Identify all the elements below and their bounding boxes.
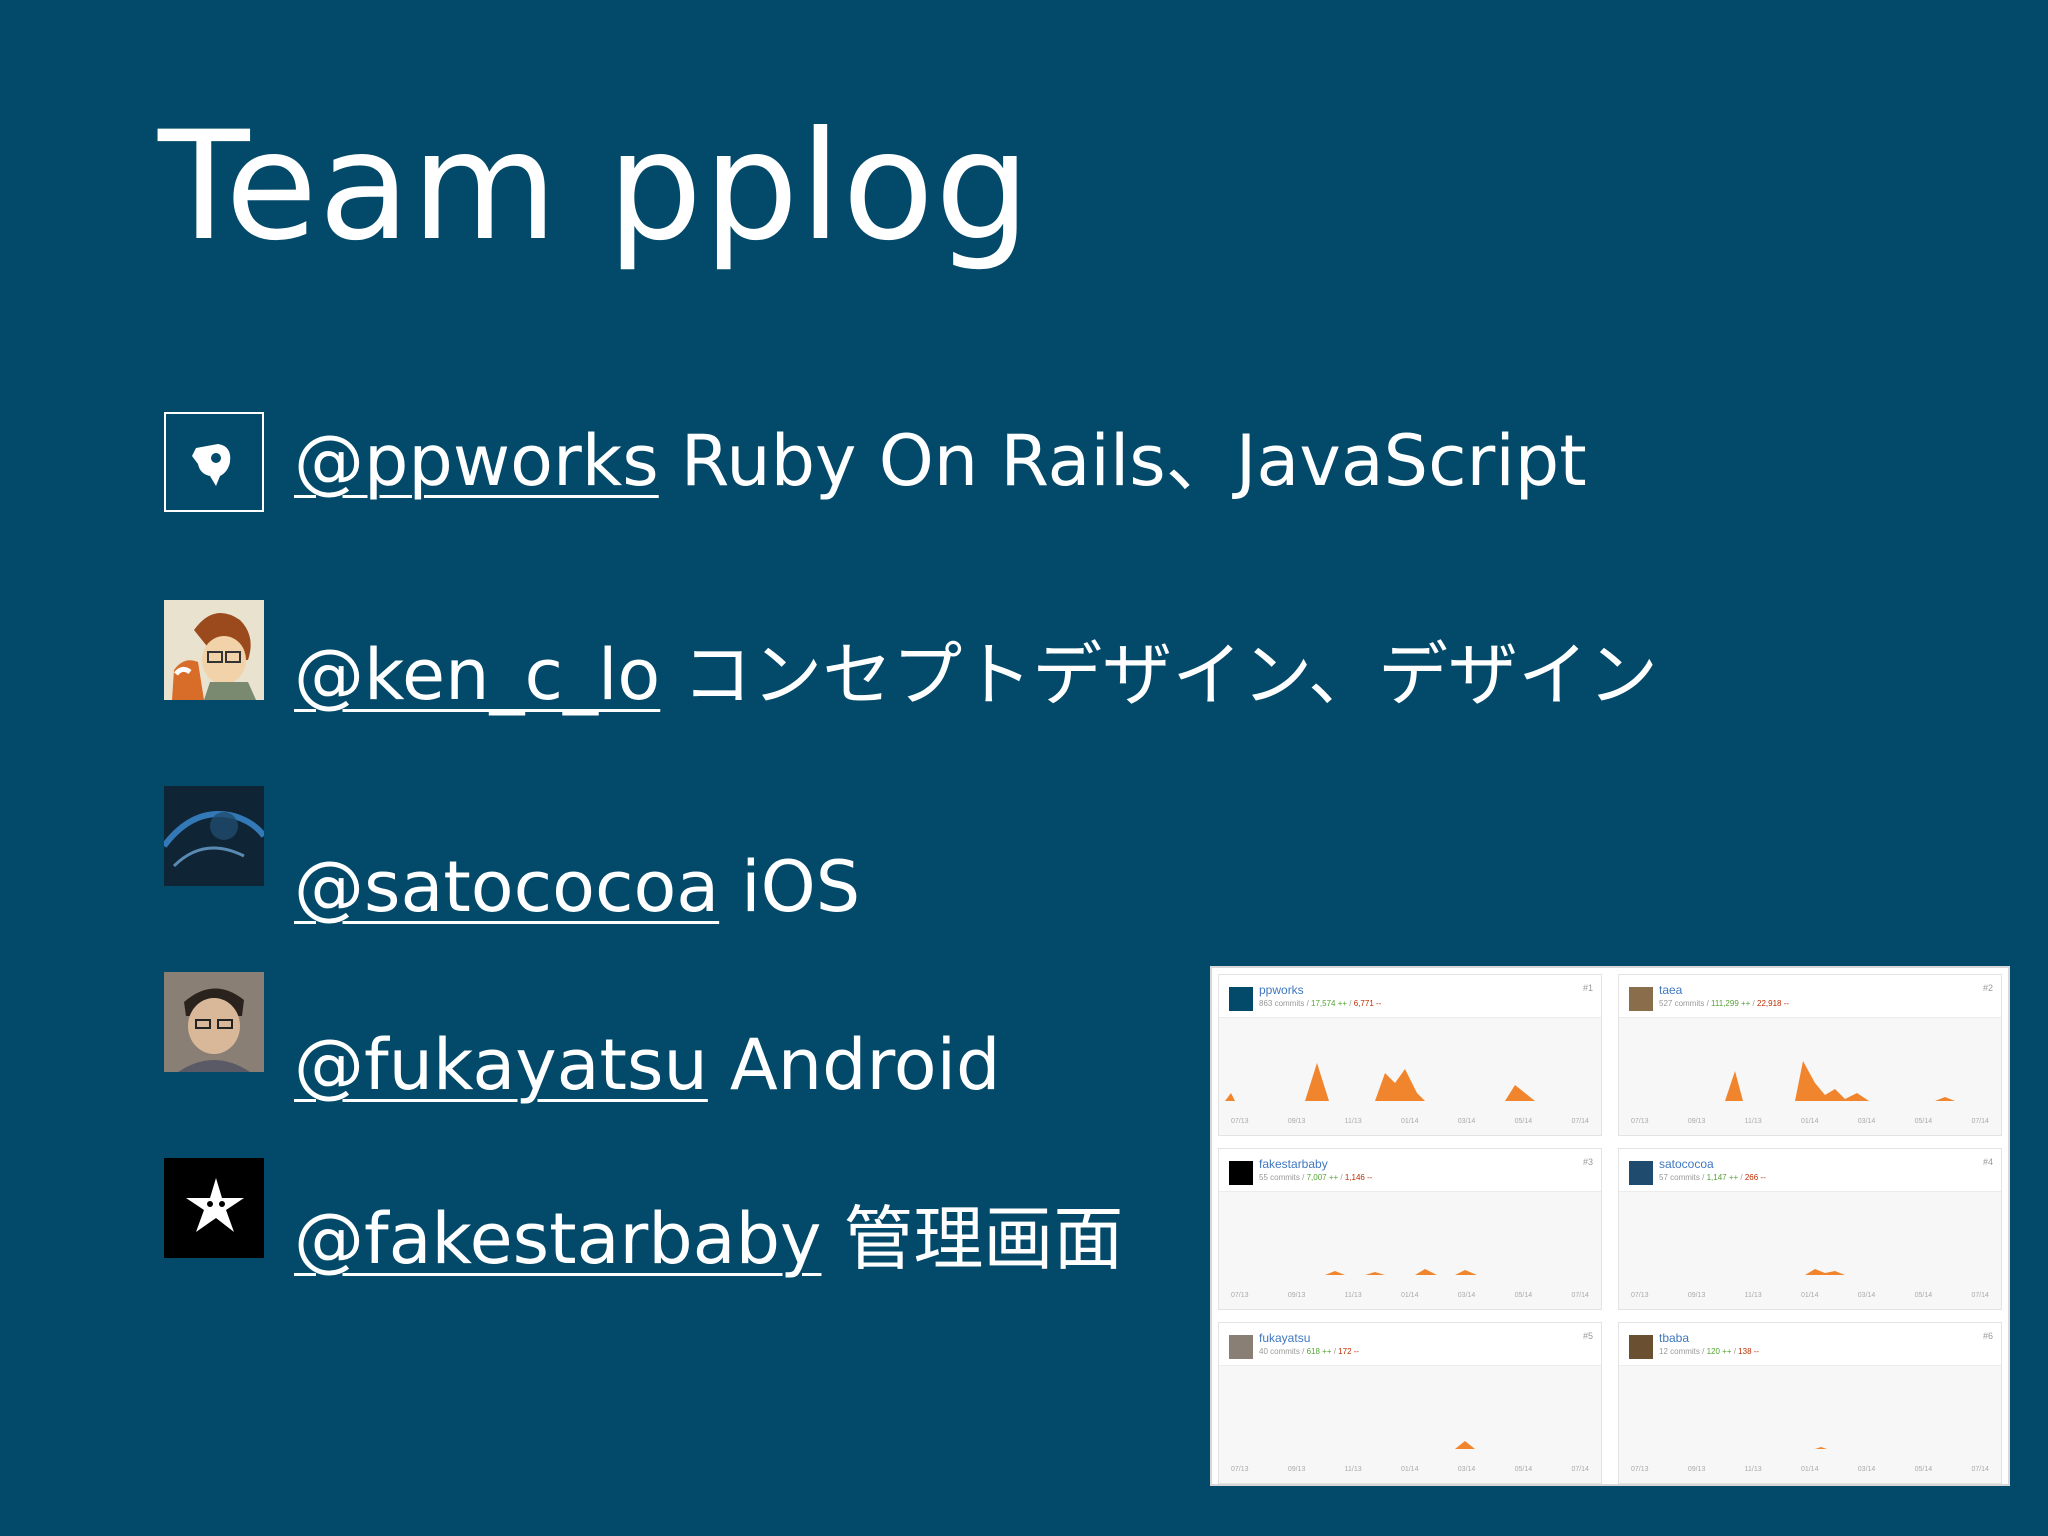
contributor-card: fukayatsu 40 commits / 618 ++ / 172 -- #… — [1218, 1322, 1602, 1484]
member-role: iOS — [741, 846, 861, 928]
contribution-graph — [1225, 1269, 1595, 1275]
contribution-graph — [1625, 1061, 1995, 1101]
member-row-ppworks: @ppworks Ruby On Rails、JavaScript — [164, 412, 1587, 522]
contributor-name[interactable]: taea — [1659, 983, 1682, 997]
member-handle-link[interactable]: @ppworks — [294, 420, 659, 502]
member-row-fukayatsu: @fukayatsu Android — [164, 972, 1284, 1100]
member-role: Ruby On Rails、JavaScript — [680, 420, 1587, 502]
contributor-avatar — [1629, 1335, 1653, 1359]
ppworks-logo-icon — [164, 412, 264, 512]
member-row-satococoa: @satococoa iOS — [164, 786, 1284, 922]
contributor-stats: 863 commits / 17,574 ++ / 6,771 -- — [1259, 999, 1382, 1008]
contributors-screenshot: ppworks 863 commits / 17,574 ++ / 6,771 … — [1210, 966, 2010, 1486]
member-role: コンセプトデザイン、デザイン — [682, 634, 1659, 716]
member-role: Android — [729, 1024, 1001, 1106]
member-handle-link[interactable]: @fakestarbaby — [294, 1198, 821, 1280]
contributor-rank: #3 — [1582, 1157, 1593, 1167]
contributor-avatar — [1229, 1335, 1253, 1359]
contributor-card: tbaba 12 commits / 120 ++ / 138 -- #6 07… — [1618, 1322, 2002, 1484]
contributor-stats: 55 commits / 7,007 ++ / 1,146 -- — [1259, 1173, 1373, 1182]
graph-month-ticks: 07/13 09/13 11/13 01/14 03/14 05/14 07/14 — [1631, 1292, 1989, 1299]
graph-month-ticks: 07/13 09/13 11/13 01/14 03/14 05/14 07/14 — [1231, 1466, 1589, 1473]
contributor-stats: 12 commits / 120 ++ / 138 -- — [1659, 1347, 1760, 1356]
contributor-avatar — [1229, 987, 1253, 1011]
contributor-stats: 527 commits / 111,299 ++ / 22,918 -- — [1659, 999, 1790, 1008]
contributor-stats: 57 commits / 1,147 ++ / 266 -- — [1659, 1173, 1766, 1182]
contributor-rank: #1 — [1582, 983, 1593, 993]
ken-c-lo-avatar — [164, 600, 264, 700]
fukayatsu-avatar — [164, 972, 264, 1072]
contributor-name[interactable]: tbaba — [1659, 1331, 1689, 1345]
contributor-card: fakestarbaby 55 commits / 7,007 ++ / 1,1… — [1218, 1148, 1602, 1310]
contributor-name[interactable]: fakestarbaby — [1259, 1157, 1328, 1171]
member-handle-link[interactable]: @ken_c_lo — [294, 634, 660, 716]
satococoa-avatar — [164, 786, 264, 886]
contributor-avatar — [1229, 1161, 1253, 1185]
member-handle-link[interactable]: @fukayatsu — [294, 1024, 708, 1106]
contributor-stats: 40 commits / 618 ++ / 172 -- — [1259, 1347, 1360, 1356]
contributor-rank: #2 — [1982, 983, 1993, 993]
graph-month-ticks: 07/13 09/13 11/13 01/14 03/14 05/14 07/14 — [1231, 1292, 1589, 1299]
member-row-fakestarbaby: @fakestarbaby 管理画面 — [164, 1158, 1284, 1274]
slide-title: Team pplog — [158, 100, 1032, 274]
contributor-rank: #5 — [1582, 1331, 1593, 1341]
contribution-graph — [1225, 1063, 1595, 1101]
graph-month-ticks: 07/13 09/13 11/13 01/14 03/14 05/14 07/14 — [1231, 1118, 1589, 1125]
contributor-avatar — [1629, 987, 1653, 1011]
member-role: 管理画面 — [843, 1198, 1124, 1280]
contributor-card: satococoa 57 commits / 1,147 ++ / 266 --… — [1618, 1148, 2002, 1310]
contribution-graph — [1625, 1269, 1995, 1275]
contribution-graph — [1625, 1447, 1995, 1449]
contributor-rank: #4 — [1982, 1157, 1993, 1167]
member-handle-link[interactable]: @satococoa — [294, 846, 719, 928]
contributor-name[interactable]: fukayatsu — [1259, 1331, 1310, 1345]
contributor-avatar — [1629, 1161, 1653, 1185]
graph-month-ticks: 07/13 09/13 11/13 01/14 03/14 05/14 07/14 — [1631, 1118, 1989, 1125]
contribution-graph — [1225, 1441, 1595, 1449]
fakestarbaby-star-icon — [164, 1158, 264, 1258]
contributor-card: ppworks 863 commits / 17,574 ++ / 6,771 … — [1218, 974, 1602, 1136]
member-row-ken-c-lo: @ken_c_lo コンセプトデザイン、デザイン — [164, 600, 1658, 710]
contributor-name[interactable]: ppworks — [1259, 983, 1304, 997]
graph-month-ticks: 07/13 09/13 11/13 01/14 03/14 05/14 07/14 — [1631, 1466, 1989, 1473]
contributor-name[interactable]: satococoa — [1659, 1157, 1714, 1171]
contributor-rank: #6 — [1982, 1331, 1993, 1341]
contributor-card: taea 527 commits / 111,299 ++ / 22,918 -… — [1618, 974, 2002, 1136]
